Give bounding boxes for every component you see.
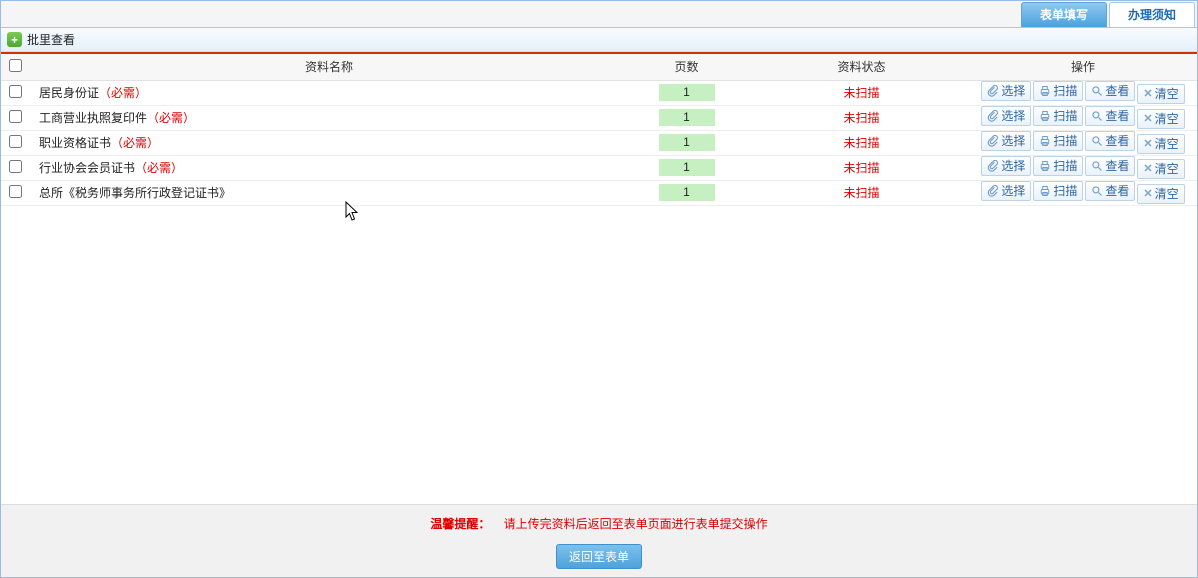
pages-badge: 1 [659,109,715,126]
doc-name: 居民身份证（必需） [29,80,619,105]
table-row: 居民身份证（必需） 1 未扫描 选择扫描查看✕清空 [1,80,1197,105]
table-row: 职业资格证书（必需） 1 未扫描 选择扫描查看✕清空 [1,130,1197,155]
status-text: 未扫描 [843,86,879,100]
pages-badge: 1 [659,184,715,201]
doc-name: 工商营业执照复印件（必需） [29,105,619,130]
pages-badge: 1 [659,134,715,151]
col-name: 资料名称 [29,54,619,80]
clear-button[interactable]: ✕清空 [1137,159,1184,179]
status-text: 未扫描 [843,136,879,150]
panel-header: + 批里查看 [1,28,1197,52]
view-button[interactable]: 查看 [1085,106,1135,126]
view-button[interactable]: 查看 [1085,131,1135,151]
col-pages: 页数 [619,54,754,80]
clear-button[interactable]: ✕清空 [1137,134,1184,154]
warn-label: 温馨提醒： [430,517,490,531]
select-button[interactable]: 选择 [981,181,1031,201]
doc-name: 行业协会会员证书（必需） [29,155,619,180]
select-button[interactable]: 选择 [981,81,1031,101]
status-text: 未扫描 [843,186,879,200]
table-row: 行业协会会员证书（必需） 1 未扫描 选择扫描查看✕清空 [1,155,1197,180]
row-checkbox[interactable] [9,110,22,123]
tabs-bar: 表单填写办理须知 [1,1,1197,28]
plus-icon[interactable]: + [7,32,22,47]
scan-button[interactable]: 扫描 [1033,106,1083,126]
panel-title: 批里查看 [27,31,75,48]
clear-button[interactable]: ✕清空 [1137,84,1184,104]
tab-1[interactable]: 办理须知 [1109,2,1195,27]
clear-button[interactable]: ✕清空 [1137,109,1184,129]
clear-button[interactable]: ✕清空 [1137,184,1184,204]
return-button[interactable]: 返回至表单 [556,544,642,569]
row-checkbox[interactable] [9,185,22,198]
scan-button[interactable]: 扫描 [1033,81,1083,101]
scan-button[interactable]: 扫描 [1033,156,1083,176]
documents-table: 资料名称 页数 资料状态 操作 居民身份证（必需）1未扫描选择扫描查看✕清空工商… [1,54,1197,206]
table-row: 总所《税务师事务所行政登记证书》 1 未扫描 选择扫描查看✕清空 [1,180,1197,205]
pages-badge: 1 [659,84,715,101]
select-button[interactable]: 选择 [981,106,1031,126]
select-all-checkbox[interactable] [9,59,22,72]
col-status: 资料状态 [754,54,969,80]
scan-button[interactable]: 扫描 [1033,131,1083,151]
select-button[interactable]: 选择 [981,156,1031,176]
view-button[interactable]: 查看 [1085,156,1135,176]
row-checkbox[interactable] [9,135,22,148]
warn-text: 请上传完资料后返回至表单页面进行表单提交操作 [504,517,768,531]
view-button[interactable]: 查看 [1085,81,1135,101]
pages-badge: 1 [659,159,715,176]
doc-name: 总所《税务师事务所行政登记证书》 [29,180,619,205]
row-checkbox[interactable] [9,160,22,173]
footer: 温馨提醒： 请上传完资料后返回至表单页面进行表单提交操作 返回至表单 [1,504,1197,577]
view-button[interactable]: 查看 [1085,181,1135,201]
select-button[interactable]: 选择 [981,131,1031,151]
col-ops: 操作 [969,54,1197,80]
status-text: 未扫描 [843,161,879,175]
table-row: 工商营业执照复印件（必需） 1 未扫描 选择扫描查看✕清空 [1,105,1197,130]
col-checkbox [1,54,29,80]
row-checkbox[interactable] [9,85,22,98]
status-text: 未扫描 [843,111,879,125]
doc-name: 职业资格证书（必需） [29,130,619,155]
scan-button[interactable]: 扫描 [1033,181,1083,201]
tab-0[interactable]: 表单填写 [1021,2,1107,27]
